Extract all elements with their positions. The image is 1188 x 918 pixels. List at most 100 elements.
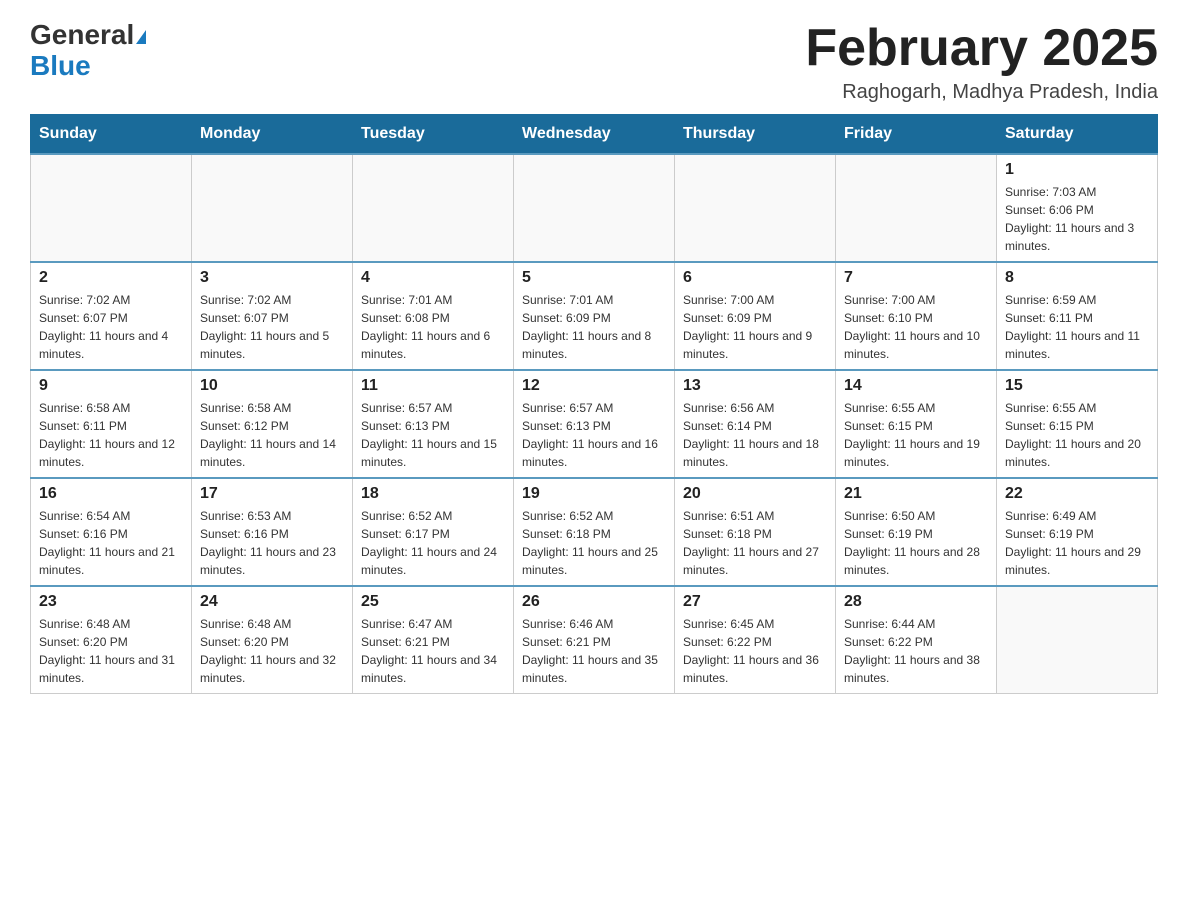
day-number: 14 — [844, 377, 988, 395]
day-info: Sunrise: 6:50 AMSunset: 6:19 PMDaylight:… — [844, 507, 988, 579]
calendar-cell: 9 Sunrise: 6:58 AMSunset: 6:11 PMDaylight… — [31, 370, 192, 478]
calendar-cell: 19 Sunrise: 6:52 AMSunset: 6:18 PMDayligh… — [514, 478, 675, 586]
day-number: 24 — [200, 593, 344, 611]
calendar-cell: 8 Sunrise: 6:59 AMSunset: 6:11 PMDaylight… — [997, 262, 1158, 370]
calendar-cell: 23 Sunrise: 6:48 AMSunset: 6:20 PMDayligh… — [31, 586, 192, 694]
day-number: 6 — [683, 269, 827, 287]
month-title: February 2025 — [805, 20, 1158, 77]
calendar-cell: 10 Sunrise: 6:58 AMSunset: 6:12 PMDayligh… — [192, 370, 353, 478]
day-info: Sunrise: 6:55 AMSunset: 6:15 PMDaylight:… — [1005, 399, 1149, 471]
day-number: 18 — [361, 485, 505, 503]
day-info: Sunrise: 6:56 AMSunset: 6:14 PMDaylight:… — [683, 399, 827, 471]
day-info: Sunrise: 6:47 AMSunset: 6:21 PMDaylight:… — [361, 615, 505, 687]
calendar-cell — [514, 154, 675, 262]
day-info: Sunrise: 7:00 AMSunset: 6:09 PMDaylight:… — [683, 291, 827, 363]
day-info: Sunrise: 6:58 AMSunset: 6:11 PMDaylight:… — [39, 399, 183, 471]
page-header: GeneralBlue February 2025 Raghogarh, Mad… — [30, 20, 1158, 104]
calendar-cell: 20 Sunrise: 6:51 AMSunset: 6:18 PMDayligh… — [675, 478, 836, 586]
week-row-3: 9 Sunrise: 6:58 AMSunset: 6:11 PMDaylight… — [31, 370, 1158, 478]
day-header-friday: Friday — [836, 115, 997, 155]
day-number: 1 — [1005, 161, 1149, 179]
calendar-cell: 3 Sunrise: 7:02 AMSunset: 6:07 PMDaylight… — [192, 262, 353, 370]
logo-blue: Blue — [30, 50, 91, 81]
day-number: 15 — [1005, 377, 1149, 395]
calendar-cell — [675, 154, 836, 262]
day-info: Sunrise: 6:55 AMSunset: 6:15 PMDaylight:… — [844, 399, 988, 471]
title-section: February 2025 Raghogarh, Madhya Pradesh,… — [805, 20, 1158, 104]
day-number: 8 — [1005, 269, 1149, 287]
day-info: Sunrise: 6:54 AMSunset: 6:16 PMDaylight:… — [39, 507, 183, 579]
day-info: Sunrise: 7:00 AMSunset: 6:10 PMDaylight:… — [844, 291, 988, 363]
calendar-cell — [997, 586, 1158, 694]
day-number: 25 — [361, 593, 505, 611]
day-header-wednesday: Wednesday — [514, 115, 675, 155]
day-number: 27 — [683, 593, 827, 611]
days-header-row: SundayMondayTuesdayWednesdayThursdayFrid… — [31, 115, 1158, 155]
logo-text: GeneralBlue — [30, 20, 146, 82]
day-info: Sunrise: 7:01 AMSunset: 6:08 PMDaylight:… — [361, 291, 505, 363]
day-info: Sunrise: 6:57 AMSunset: 6:13 PMDaylight:… — [522, 399, 666, 471]
calendar-header: SundayMondayTuesdayWednesdayThursdayFrid… — [31, 115, 1158, 155]
day-header-sunday: Sunday — [31, 115, 192, 155]
day-number: 12 — [522, 377, 666, 395]
day-info: Sunrise: 6:58 AMSunset: 6:12 PMDaylight:… — [200, 399, 344, 471]
day-header-monday: Monday — [192, 115, 353, 155]
day-header-thursday: Thursday — [675, 115, 836, 155]
calendar-cell: 4 Sunrise: 7:01 AMSunset: 6:08 PMDaylight… — [353, 262, 514, 370]
calendar-cell — [31, 154, 192, 262]
calendar-cell: 5 Sunrise: 7:01 AMSunset: 6:09 PMDaylight… — [514, 262, 675, 370]
day-info: Sunrise: 6:52 AMSunset: 6:17 PMDaylight:… — [361, 507, 505, 579]
day-number: 16 — [39, 485, 183, 503]
day-number: 2 — [39, 269, 183, 287]
calendar-cell: 17Sunrise: 6:53 AMSunset: 6:16 PMDayligh… — [192, 478, 353, 586]
day-info: Sunrise: 6:57 AMSunset: 6:13 PMDaylight:… — [361, 399, 505, 471]
day-info: Sunrise: 6:46 AMSunset: 6:21 PMDaylight:… — [522, 615, 666, 687]
logo-triangle-icon — [136, 30, 146, 44]
calendar-cell: 26Sunrise: 6:46 AMSunset: 6:21 PMDayligh… — [514, 586, 675, 694]
day-info: Sunrise: 7:01 AMSunset: 6:09 PMDaylight:… — [522, 291, 666, 363]
day-number: 22 — [1005, 485, 1149, 503]
day-header-tuesday: Tuesday — [353, 115, 514, 155]
day-number: 19 — [522, 485, 666, 503]
day-info: Sunrise: 7:03 AMSunset: 6:06 PMDaylight:… — [1005, 183, 1149, 255]
calendar-cell: 1 Sunrise: 7:03 AMSunset: 6:06 PMDaylight… — [997, 154, 1158, 262]
day-number: 11 — [361, 377, 505, 395]
day-info: Sunrise: 6:51 AMSunset: 6:18 PMDaylight:… — [683, 507, 827, 579]
calendar-cell: 7 Sunrise: 7:00 AMSunset: 6:10 PMDaylight… — [836, 262, 997, 370]
calendar-cell — [353, 154, 514, 262]
day-number: 5 — [522, 269, 666, 287]
day-info: Sunrise: 6:44 AMSunset: 6:22 PMDaylight:… — [844, 615, 988, 687]
calendar-cell: 16 Sunrise: 6:54 AMSunset: 6:16 PMDayligh… — [31, 478, 192, 586]
day-number: 4 — [361, 269, 505, 287]
calendar-cell: 11 Sunrise: 6:57 AMSunset: 6:13 PMDayligh… — [353, 370, 514, 478]
day-info: Sunrise: 6:45 AMSunset: 6:22 PMDaylight:… — [683, 615, 827, 687]
day-number: 9 — [39, 377, 183, 395]
day-number: 23 — [39, 593, 183, 611]
calendar-cell: 13Sunrise: 6:56 AMSunset: 6:14 PMDayligh… — [675, 370, 836, 478]
day-info: Sunrise: 7:02 AMSunset: 6:07 PMDaylight:… — [200, 291, 344, 363]
calendar-cell: 21Sunrise: 6:50 AMSunset: 6:19 PMDayligh… — [836, 478, 997, 586]
day-number: 20 — [683, 485, 827, 503]
week-row-5: 23 Sunrise: 6:48 AMSunset: 6:20 PMDayligh… — [31, 586, 1158, 694]
calendar-cell — [192, 154, 353, 262]
day-number: 7 — [844, 269, 988, 287]
day-info: Sunrise: 6:48 AMSunset: 6:20 PMDaylight:… — [39, 615, 183, 687]
day-number: 28 — [844, 593, 988, 611]
week-row-2: 2 Sunrise: 7:02 AMSunset: 6:07 PMDaylight… — [31, 262, 1158, 370]
day-header-saturday: Saturday — [997, 115, 1158, 155]
calendar-cell: 28 Sunrise: 6:44 AMSunset: 6:22 PMDayligh… — [836, 586, 997, 694]
calendar-table: SundayMondayTuesdayWednesdayThursdayFrid… — [30, 114, 1158, 694]
day-info: Sunrise: 6:48 AMSunset: 6:20 PMDaylight:… — [200, 615, 344, 687]
day-info: Sunrise: 6:59 AMSunset: 6:11 PMDaylight:… — [1005, 291, 1149, 363]
day-info: Sunrise: 6:52 AMSunset: 6:18 PMDaylight:… — [522, 507, 666, 579]
calendar-cell: 12 Sunrise: 6:57 AMSunset: 6:13 PMDayligh… — [514, 370, 675, 478]
calendar-cell: 22Sunrise: 6:49 AMSunset: 6:19 PMDayligh… — [997, 478, 1158, 586]
calendar-cell: 14 Sunrise: 6:55 AMSunset: 6:15 PMDayligh… — [836, 370, 997, 478]
day-number: 3 — [200, 269, 344, 287]
calendar-cell — [836, 154, 997, 262]
calendar-cell: 24 Sunrise: 6:48 AMSunset: 6:20 PMDayligh… — [192, 586, 353, 694]
day-number: 10 — [200, 377, 344, 395]
day-info: Sunrise: 7:02 AMSunset: 6:07 PMDaylight:… — [39, 291, 183, 363]
calendar-body: 1 Sunrise: 7:03 AMSunset: 6:06 PMDaylight… — [31, 154, 1158, 694]
week-row-1: 1 Sunrise: 7:03 AMSunset: 6:06 PMDaylight… — [31, 154, 1158, 262]
